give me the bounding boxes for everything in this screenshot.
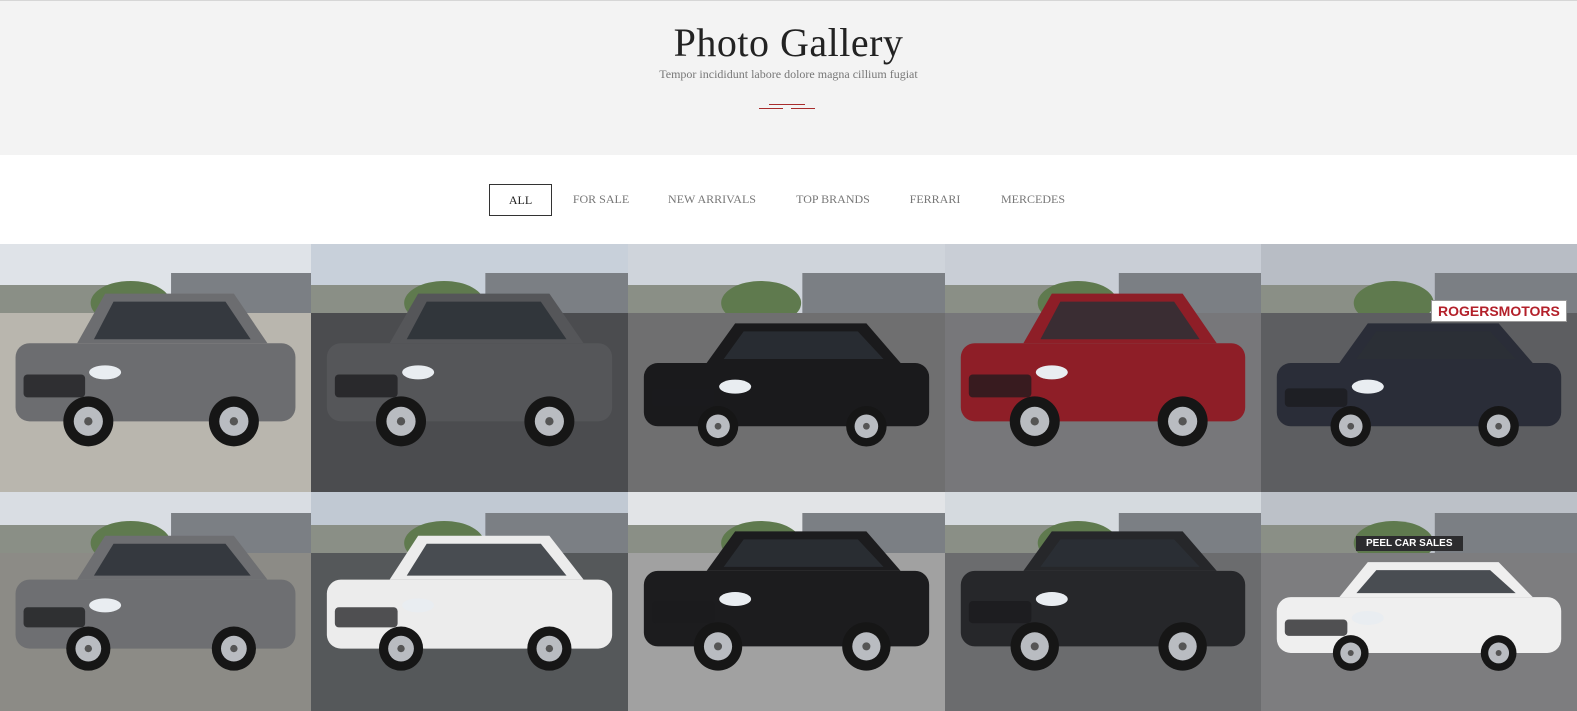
car-photo	[0, 492, 311, 711]
car-photo	[945, 244, 1261, 492]
car-photo	[628, 492, 945, 711]
gallery-photo-10[interactable]: PEEL CAR SALES	[1261, 492, 1577, 711]
gallery-photo-7[interactable]	[311, 492, 628, 711]
filter-mercedes[interactable]: MERCEDES	[995, 184, 1071, 214]
title-divider	[759, 101, 815, 111]
filter-ferrari[interactable]: FERRARI	[905, 184, 965, 214]
filter-new-arrivals[interactable]: NEW ARRIVALS	[664, 184, 760, 214]
car-photo	[1261, 244, 1577, 492]
gallery-photo-5[interactable]: ROGERSMOTORS	[1261, 244, 1577, 492]
filter-top-brands[interactable]: TOP BRANDS	[791, 184, 875, 214]
gallery-photo-9[interactable]	[945, 492, 1261, 711]
photo-gallery-grid: ROGERSMOTORS PEEL CAR SALES	[0, 244, 1577, 711]
gallery-photo-6[interactable]	[0, 492, 311, 711]
gallery-photo-1[interactable]	[0, 244, 311, 492]
car-photo	[628, 244, 945, 492]
gallery-filter-bar: ALL FOR SALE NEW ARRIVALS TOP BRANDS FER…	[0, 184, 1577, 216]
filter-for-sale[interactable]: FOR SALE	[566, 184, 636, 214]
car-photo	[0, 244, 311, 492]
gallery-photo-3[interactable]	[628, 244, 945, 492]
car-photo	[1261, 492, 1577, 711]
dealership-sign: PEEL CAR SALES	[1356, 536, 1463, 551]
gallery-photo-4[interactable]	[945, 244, 1261, 492]
car-photo	[945, 492, 1261, 711]
filter-all[interactable]: ALL	[489, 184, 552, 216]
page-subtitle: Tempor incididunt labore dolore magna ci…	[659, 67, 918, 81]
car-photo	[311, 244, 628, 492]
page-header: Photo Gallery Tempor incididunt labore d…	[0, 1, 1577, 155]
dealership-sign: ROGERSMOTORS	[1431, 300, 1567, 322]
car-photo	[311, 492, 628, 711]
gallery-photo-2[interactable]	[311, 244, 628, 492]
page-title: Photo Gallery	[673, 20, 904, 65]
gallery-photo-8[interactable]	[628, 492, 945, 711]
